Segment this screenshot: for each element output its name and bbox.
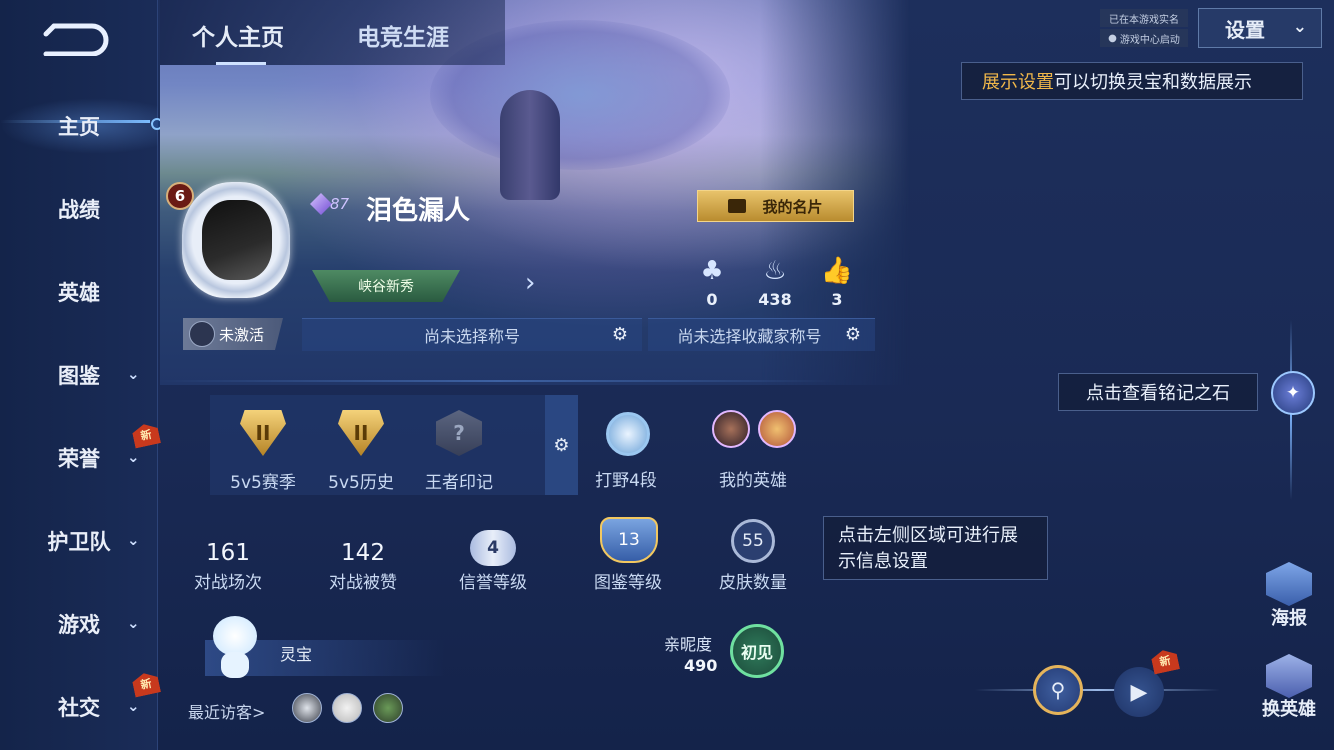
hero-avatar[interactable]: [758, 410, 796, 448]
settings-tooltip: 展示设置 可以切换灵宝和数据展示: [961, 62, 1303, 100]
skin-count-icon: 55: [731, 519, 775, 563]
section-divider: [158, 380, 838, 382]
handbook-level-icon: 13: [600, 517, 658, 563]
pet-name: 灵宝: [280, 645, 313, 664]
sidebar-item-records[interactable]: 战绩: [0, 181, 158, 237]
credit-level-icon: 4: [470, 530, 516, 566]
hero-avatar[interactable]: [712, 410, 750, 448]
chevron-right-icon[interactable]: ›: [525, 268, 535, 298]
sidebar-item-guard[interactable]: 护卫队 ⌄: [0, 513, 158, 569]
skin-count-label: 皮肤数量: [719, 573, 787, 593]
gear-icon[interactable]: ⚙: [610, 325, 630, 345]
settings-label: 设置: [1225, 17, 1265, 42]
display-settings-tooltip: 点击左侧区域可进行展示信息设置: [823, 516, 1048, 580]
sidebar-item-label: 荣誉: [58, 447, 100, 471]
visitor-avatar[interactable]: [332, 693, 362, 723]
sidebar-item-label: 护卫队: [47, 530, 111, 554]
title-slot[interactable]: 尚未选择称号 ⚙: [302, 318, 642, 351]
intimacy-label: 亲昵度: [664, 635, 713, 654]
title-slot-label: 尚未选择称号: [423, 327, 520, 346]
sidebar-item-games[interactable]: 游戏 ⌄: [0, 596, 158, 652]
sidebar-item-label: 主页: [58, 115, 100, 139]
credit-label: 信誉等级: [459, 573, 527, 593]
stat-likes-value: 3: [831, 290, 843, 309]
honor-label: 5v5历史: [328, 473, 394, 493]
emblem-icon: [189, 321, 215, 347]
play-icon[interactable]: ▶: [1114, 667, 1164, 717]
stat-flame-value: 438: [758, 290, 792, 309]
tab-personal-home[interactable]: 个人主页: [192, 18, 284, 52]
swap-hero-icon[interactable]: [1266, 654, 1312, 698]
tree-trunk-art: [500, 90, 560, 200]
liked-value: 142: [341, 540, 385, 566]
my-card-button[interactable]: 我的名片: [697, 190, 854, 222]
honor-label: 王者印记: [425, 473, 493, 493]
tab-active-indicator: [216, 62, 266, 65]
inactive-label: 未激活: [219, 325, 265, 344]
inscription-stone-icon[interactable]: ✦: [1271, 371, 1315, 415]
sprout-icon: ♣: [700, 256, 724, 286]
person-icon: ●: [1108, 32, 1117, 44]
intimacy-value: 490: [684, 656, 718, 675]
sidebar-item-label: 英雄: [58, 281, 100, 305]
poster-icon[interactable]: [1266, 562, 1312, 606]
jungle-label: 打野4段: [595, 471, 657, 491]
matches-label: 对战场次: [194, 573, 262, 593]
flame-icon: ♨: [763, 256, 787, 286]
chevron-down-icon: ⌄: [1292, 17, 1307, 37]
sidebar-item-label: 图鉴: [58, 364, 100, 388]
settings-tip-highlight: 展示设置: [982, 72, 1054, 93]
inactive-badge[interactable]: 未激活: [183, 318, 283, 350]
game-center-label: 游戏中心启动: [1119, 34, 1180, 46]
my-heroes-label: 我的英雄: [719, 471, 787, 491]
visitor-avatar[interactable]: [373, 693, 403, 723]
player-name: 泪色漏人: [366, 196, 471, 226]
honor-label: 5v5赛季: [230, 473, 296, 493]
chevron-down-icon: ⌄: [127, 697, 140, 715]
control-track: [975, 689, 1220, 691]
poster-label[interactable]: 海报: [1258, 604, 1320, 630]
matches-value: 161: [206, 540, 250, 566]
settings-tip-text: 可以切换灵宝和数据展示: [1054, 72, 1252, 93]
handbook-level-label: 图鉴等级: [594, 573, 662, 593]
sidebar-item-label: 战绩: [58, 198, 100, 222]
gem-level: 87: [330, 195, 350, 213]
visitor-avatar[interactable]: [292, 693, 322, 723]
chevron-down-icon: ⌄: [127, 531, 140, 549]
liked-label: 对战被赞: [329, 573, 397, 593]
gear-icon[interactable]: ⚙: [545, 395, 578, 495]
realname-status: 已在本游戏实名: [1100, 9, 1188, 27]
rank-title-ribbon: 峡谷新秀: [312, 270, 460, 302]
settings-button[interactable]: 设置 ⌄: [1198, 8, 1322, 48]
pet-sprite[interactable]: [205, 612, 265, 682]
tab-esports-career[interactable]: 电竞生涯: [357, 18, 449, 52]
jungle-rank-icon: [606, 412, 650, 456]
stat-sprout-value: 0: [706, 290, 718, 309]
collector-title-slot[interactable]: 尚未选择收藏家称号 ⚙: [648, 318, 875, 351]
gear-icon[interactable]: ⚙: [843, 325, 863, 345]
character-pose-icon[interactable]: ⚲: [1033, 665, 1083, 715]
player-level-badge: 6: [166, 182, 194, 210]
sidebar-item-heroes[interactable]: 英雄: [0, 264, 158, 320]
chevron-down-icon: ⌄: [127, 614, 140, 632]
sidebar-item-handbook[interactable]: 图鉴 ⌄: [0, 347, 158, 403]
thumbs-up-icon: 👍: [820, 256, 854, 286]
chevron-down-icon: ⌄: [127, 365, 140, 383]
recent-visitors-link[interactable]: 最近访客>: [188, 699, 265, 723]
id-card-icon: [728, 199, 747, 213]
sidebar-item-label: 社交: [58, 696, 100, 720]
collector-title-label: 尚未选择收藏家称号: [677, 327, 822, 346]
sidebar-item-label: 游戏: [58, 613, 100, 637]
intimacy-stage-badge[interactable]: 初见: [730, 624, 784, 678]
swap-hero-label[interactable]: 换英雄: [1252, 695, 1326, 721]
new-badge: 新: [1150, 648, 1180, 675]
game-center-launch: ● 游戏中心启动: [1100, 29, 1188, 47]
inscription-tooltip: 点击查看铭记之石: [1058, 373, 1258, 411]
sidebar-item-home[interactable]: 主页: [0, 98, 158, 154]
my-card-label: 我的名片: [762, 197, 823, 216]
back-arrow-icon[interactable]: [40, 20, 110, 56]
chevron-down-icon: ⌄: [127, 448, 140, 466]
